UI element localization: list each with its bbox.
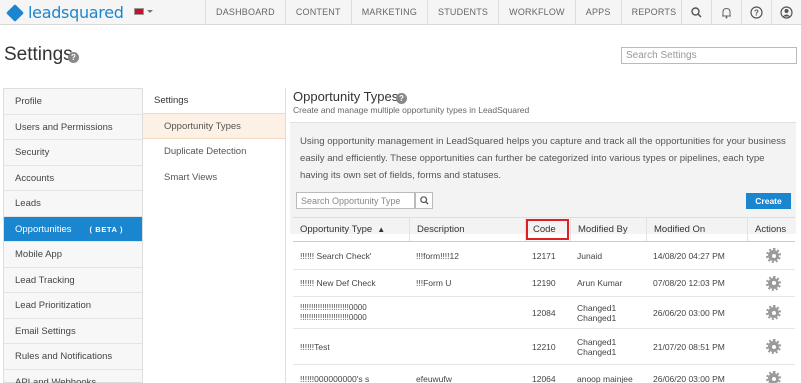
beta-badge: ( BETA ) xyxy=(89,224,124,234)
cell-modified-on: 26/06/20 03:00 PM xyxy=(653,373,725,383)
nav-dashboard[interactable]: DASHBOARD xyxy=(205,0,285,25)
column-header-opportunity-type[interactable]: Opportunity Type ▲ xyxy=(293,218,409,241)
sidebar-item-rules-and-notifications[interactable]: Rules and Notifications xyxy=(4,344,142,370)
cell-code: 12064 xyxy=(532,373,556,383)
column-header-description[interactable]: Description xyxy=(409,218,525,241)
column-header-actions: Actions xyxy=(747,218,795,241)
main-nav: DASHBOARD CONTENT MARKETING STUDENTS WOR… xyxy=(205,0,686,25)
search-opportunity-type-input[interactable] xyxy=(296,192,415,209)
cell-modified-on: 14/08/20 04:27 PM xyxy=(653,250,725,261)
sidebar-item-api-and-webhooks[interactable]: API and Webhooks xyxy=(4,370,142,383)
opportunity-types-table: Opportunity Type ▲ Description Code Modif… xyxy=(293,217,795,383)
cell-description: !!!form!!!!12 xyxy=(416,250,459,261)
cell-code: 12210 xyxy=(532,341,556,352)
cell-code: 12084 xyxy=(532,307,556,318)
search-settings-input[interactable] xyxy=(621,47,797,64)
sidebar-item-security[interactable]: Security xyxy=(4,140,142,166)
sidebar-item-opportunities[interactable]: Opportunities ( BETA ) xyxy=(4,216,142,242)
table-row[interactable]: !!!!!!000000000's s efeuwufw 12064 anoop… xyxy=(293,365,795,383)
create-button[interactable]: Create xyxy=(746,193,791,209)
help-icon[interactable]: ? xyxy=(741,0,771,25)
cell-description: !!!Form U xyxy=(416,278,452,288)
logo-mark-icon xyxy=(6,3,24,22)
subnav-item-opportunity-types[interactable]: Opportunity Types xyxy=(143,113,285,139)
sort-ascending-icon: ▲ xyxy=(377,225,386,234)
user-icon[interactable] xyxy=(771,0,801,25)
gear-icon[interactable] xyxy=(766,371,781,383)
gear-icon[interactable] xyxy=(766,305,781,320)
cell-modified-on: 07/08/20 12:03 PM xyxy=(653,278,725,288)
cell-actions xyxy=(747,242,795,269)
uk-flag-icon[interactable] xyxy=(134,8,144,15)
cell-opportunity-type: !!!!!!!!!!!!!!!!!!!!!!0000 !!!!!!!!!!!!!… xyxy=(300,302,367,322)
settings-subnav: Settings Opportunity Types Duplicate Det… xyxy=(143,88,286,383)
table-row[interactable]: !!!!!!!!!!!!!!!!!!!!!!0000 !!!!!!!!!!!!!… xyxy=(293,297,795,329)
sidebar-item-label: Opportunities xyxy=(15,223,72,235)
search-icon[interactable] xyxy=(681,0,711,25)
cell-description xyxy=(409,329,525,364)
nav-marketing[interactable]: MARKETING xyxy=(350,0,427,25)
search-icon xyxy=(419,196,429,205)
cell-actions xyxy=(747,297,795,328)
cell-modified-by: anoop mainjee xyxy=(577,373,633,383)
gear-icon[interactable] xyxy=(766,339,781,354)
info-text: Using opportunity management in LeadSqua… xyxy=(300,136,786,181)
cell-description xyxy=(409,297,525,328)
cell-modified-by: Junaid xyxy=(577,250,603,261)
cell-actions xyxy=(747,329,795,364)
cell-modified-on: 26/06/20 03:00 PM xyxy=(653,307,725,318)
sidebar-item-users-and-permissions[interactable]: Users and Permissions xyxy=(4,115,142,140)
main-title: Opportunity Types xyxy=(293,89,399,104)
help-icon[interactable]: ? xyxy=(68,52,79,63)
sidebar-item-email-settings[interactable]: Email Settings xyxy=(4,319,142,344)
subnav-item-duplicate-detection[interactable]: Duplicate Detection xyxy=(143,139,285,165)
cell-modified-by: Changed1 Changed1 xyxy=(577,336,617,357)
table-row[interactable]: !!!!!!Test 12210 Changed1 Changed1 21/07/… xyxy=(293,329,795,365)
cell-opportunity-type: !!!!!!Test xyxy=(300,341,330,352)
cell-opportunity-type: !!!!!! Search Check' xyxy=(300,250,372,261)
cell-opportunity-type: !!!!!! New Def Check xyxy=(300,278,376,288)
cell-actions xyxy=(747,270,795,296)
cell-modified-on: 21/07/20 08:51 PM xyxy=(653,341,725,352)
column-header-modified-by[interactable]: Modified By xyxy=(570,218,646,241)
search-button[interactable] xyxy=(415,192,433,209)
nav-content[interactable]: CONTENT xyxy=(284,0,351,25)
svg-text:?: ? xyxy=(754,9,759,18)
help-icon[interactable]: ? xyxy=(396,93,407,104)
chevron-down-icon[interactable] xyxy=(147,10,153,13)
table-row[interactable]: !!!!!! Search Check' !!!form!!!!12 12171… xyxy=(293,242,795,270)
cell-code: 12190 xyxy=(532,278,556,288)
sidebar-item-accounts[interactable]: Accounts xyxy=(4,166,142,191)
nav-students[interactable]: STUDENTS xyxy=(427,0,498,25)
sidebar-item-lead-prioritization[interactable]: Lead Prioritization xyxy=(4,293,142,319)
sidebar-item-leads[interactable]: Leads xyxy=(4,191,142,217)
cell-modified-by: Changed1 Changed1 xyxy=(577,302,617,323)
top-nav-bar: leadsquared DASHBOARD CONTENT MARKETING … xyxy=(0,0,801,25)
cell-opportunity-type: !!!!!!000000000's s xyxy=(300,373,370,383)
nav-workflow[interactable]: WORKFLOW xyxy=(498,0,575,25)
main-subtitle: Create and manage multiple opportunity t… xyxy=(293,105,530,115)
table-header: Opportunity Type ▲ Description Code Modif… xyxy=(293,217,795,242)
subnav-title: Settings xyxy=(154,95,189,106)
cell-description: efeuwufw xyxy=(416,373,452,383)
sidebar-item-profile[interactable]: Profile xyxy=(4,89,142,115)
nav-reports[interactable]: REPORTS xyxy=(620,0,687,25)
gear-icon[interactable] xyxy=(766,275,781,291)
subnav-item-smart-views[interactable]: Smart Views xyxy=(143,165,285,191)
cell-modified-by: Arun Kumar xyxy=(577,278,623,288)
table-row[interactable]: !!!!!! New Def Check !!!Form U 12190 Aru… xyxy=(293,270,795,297)
bell-icon[interactable] xyxy=(711,0,741,25)
page-title: Settings xyxy=(4,44,73,65)
cell-code: 12171 xyxy=(532,250,556,261)
logo[interactable]: leadsquared xyxy=(6,3,124,22)
logo-text: leadsquared xyxy=(28,3,124,22)
sidebar-item-mobile-app[interactable]: Mobile App xyxy=(4,242,142,268)
nav-apps[interactable]: APPS xyxy=(574,0,621,25)
settings-sidebar: Profile Users and Permissions Security A… xyxy=(3,88,143,383)
column-header-code[interactable]: Code xyxy=(525,218,570,241)
sidebar-item-lead-tracking[interactable]: Lead Tracking xyxy=(4,268,142,293)
gear-icon[interactable] xyxy=(766,248,781,263)
column-header-modified-on[interactable]: Modified On xyxy=(646,218,747,241)
cell-actions xyxy=(747,365,795,383)
